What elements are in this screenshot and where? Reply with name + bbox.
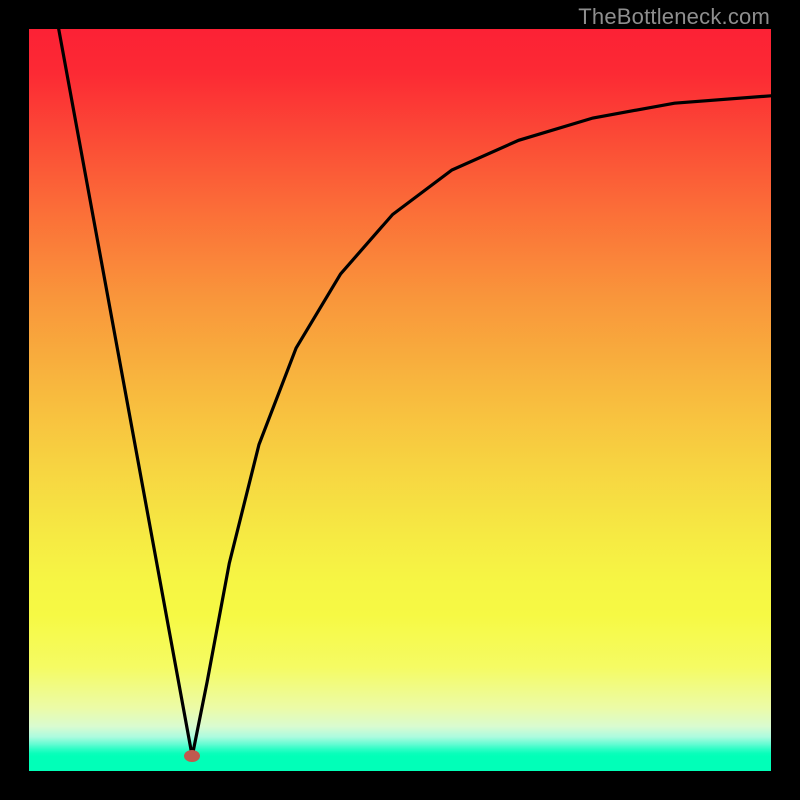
chart-container: TheBottleneck.com [0, 0, 800, 800]
watermark-text: TheBottleneck.com [578, 4, 770, 30]
minimum-marker [184, 750, 200, 762]
curve-path [59, 29, 771, 756]
plot-area [29, 29, 771, 771]
curve-layer [29, 29, 771, 771]
